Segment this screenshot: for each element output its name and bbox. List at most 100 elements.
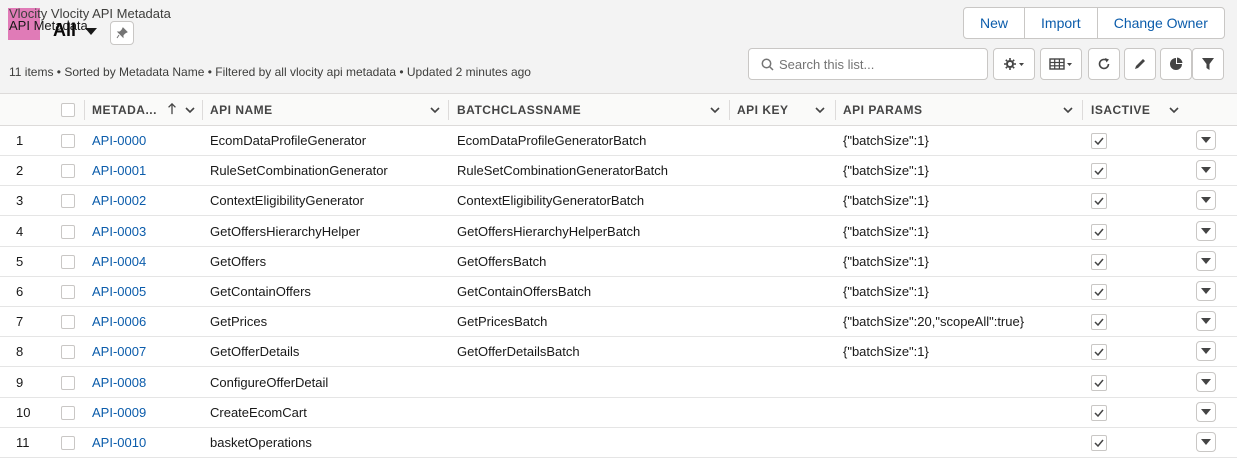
column-divider <box>84 100 85 120</box>
record-name-link[interactable]: API-0007 <box>92 337 146 367</box>
chevron-down-icon <box>1201 288 1211 294</box>
charts-button[interactable] <box>1160 48 1192 80</box>
column-header-api-name[interactable]: API NAME <box>210 94 273 126</box>
chevron-down-icon[interactable] <box>84 24 98 38</box>
batch-class-name-cell: GetOffersBatch <box>457 253 547 269</box>
import-button[interactable]: Import <box>1025 8 1098 38</box>
chevron-down-icon[interactable] <box>814 104 826 116</box>
refresh-button[interactable] <box>1088 48 1120 80</box>
row-select-checkbox[interactable] <box>61 405 75 420</box>
chevron-down-icon[interactable] <box>429 104 441 116</box>
table-row: 2 API-0001 RuleSetCombinationGenerator Rule… <box>0 156 1237 187</box>
table-row: 9 API-0008 ConfigureOfferDetail <box>0 368 1237 398</box>
chevron-down-icon[interactable] <box>184 104 196 116</box>
table-row: 3 API-0002 ContextEligibilityGenerator Cont… <box>0 186 1237 217</box>
table-row: 1 API-0000 EcomDataProfileGenerator EcomDat… <box>0 126 1237 156</box>
column-header-isactive[interactable]: ISACTIVE <box>1091 94 1150 126</box>
record-name-link[interactable]: API-0001 <box>92 156 146 186</box>
api-params-cell: {"batchSize":1} <box>843 284 929 299</box>
isactive-checkbox <box>1091 163 1107 180</box>
checkmark-icon <box>1094 137 1104 145</box>
row-actions-menu[interactable] <box>1196 220 1216 241</box>
row-actions-menu[interactable] <box>1196 311 1216 332</box>
row-select-checkbox[interactable] <box>61 436 75 450</box>
api-name-cell: GetContainOffers <box>210 284 311 299</box>
batch-class-name-cell: GetContainOffersBatch <box>457 284 592 299</box>
row-actions-menu[interactable] <box>1196 432 1216 452</box>
column-header-api-key[interactable]: API KEY <box>737 94 789 126</box>
column-header-api-params[interactable]: API PARAMS <box>843 94 922 126</box>
chevron-down-icon[interactable] <box>1062 104 1074 116</box>
api-name-cell: basketOperations <box>210 435 312 450</box>
pin-list-button[interactable] <box>110 21 134 45</box>
chevron-down-icon[interactable] <box>1168 104 1180 116</box>
search-box <box>748 48 988 80</box>
table-row: 6 API-0005 GetContainOffers GetContainOffer… <box>0 277 1237 307</box>
api-name-cell: GetOfferDetails <box>210 344 300 360</box>
isactive-checkbox <box>1091 374 1107 391</box>
table-header: METADA... API NAME BATCHCLASSNAME API KE… <box>0 94 1237 126</box>
row-select-checkbox[interactable] <box>61 285 75 299</box>
row-number: 10 <box>16 404 31 420</box>
record-name-link[interactable]: API-0004 <box>92 247 146 277</box>
row-select-checkbox[interactable] <box>61 164 75 179</box>
isactive-checkbox <box>1091 253 1107 270</box>
row-select-checkbox[interactable] <box>61 194 75 209</box>
api-params-cell: {"batchSize":1} <box>843 193 929 209</box>
table-row: 4 API-0003 GetOffersHierarchyHelper GetOffe… <box>0 217 1237 247</box>
row-actions-menu[interactable] <box>1196 401 1216 422</box>
chevron-down-icon[interactable] <box>709 104 721 116</box>
chevron-down-icon <box>1201 167 1211 174</box>
record-name-link[interactable]: API-0002 <box>92 186 146 216</box>
record-name-link[interactable]: API-0003 <box>92 217 146 247</box>
row-select-checkbox[interactable] <box>61 224 75 239</box>
record-name-link[interactable]: API-0005 <box>92 277 146 307</box>
table-view-icon <box>1049 58 1072 70</box>
row-select-checkbox[interactable] <box>61 254 75 269</box>
row-select-checkbox[interactable] <box>61 345 75 360</box>
row-actions-menu[interactable] <box>1196 130 1216 150</box>
row-number: 6 <box>16 284 24 299</box>
filter-icon <box>1202 58 1214 70</box>
row-actions-menu[interactable] <box>1196 341 1216 362</box>
isactive-checkbox <box>1091 284 1107 300</box>
new-button[interactable]: New <box>964 8 1026 38</box>
row-actions-menu[interactable] <box>1196 281 1216 301</box>
inline-edit-button[interactable] <box>1124 48 1156 80</box>
row-select-checkbox[interactable] <box>61 315 75 330</box>
chevron-down-icon <box>1201 318 1211 325</box>
row-select-checkbox[interactable] <box>61 134 75 148</box>
select-all-checkbox[interactable] <box>61 103 75 117</box>
api-params-cell: {"batchSize":1} <box>843 223 929 239</box>
record-name-link[interactable]: API-0009 <box>92 398 146 428</box>
api-name-cell: CreateEcomCart <box>210 404 307 420</box>
record-name-link[interactable]: API-0010 <box>92 428 146 458</box>
record-name-link[interactable]: API-0006 <box>92 307 146 337</box>
list-settings-button[interactable] <box>993 48 1035 80</box>
checkmark-icon <box>1094 288 1104 296</box>
record-name-link[interactable]: API-0000 <box>92 126 146 156</box>
row-number: 3 <box>16 193 24 209</box>
column-header-batchclassname[interactable]: BATCHCLASSNAME <box>457 94 581 126</box>
list-view-header: API Metadata Vlocity Vlocity API Metadat… <box>0 0 1237 94</box>
display-as-button[interactable] <box>1040 48 1082 80</box>
row-actions-menu[interactable] <box>1196 160 1216 181</box>
filters-button[interactable] <box>1192 48 1224 80</box>
list-summary: 11 items • Sorted by Metadata Name • Fil… <box>9 65 531 79</box>
row-actions-menu[interactable] <box>1196 250 1216 271</box>
checkmark-icon <box>1094 318 1104 327</box>
row-actions-menu[interactable] <box>1196 190 1216 211</box>
chevron-down-icon <box>1201 408 1211 415</box>
list-view-name[interactable]: All <box>53 20 76 41</box>
sort-ascending-icon[interactable] <box>166 103 178 115</box>
action-button-group: New Import Change Owner <box>963 7 1225 39</box>
row-actions-menu[interactable] <box>1196 371 1216 392</box>
search-input[interactable] <box>779 49 979 79</box>
change-owner-button[interactable]: Change Owner <box>1098 8 1224 38</box>
isactive-checkbox <box>1091 404 1107 421</box>
object-title: Vlocity Vlocity API Metadata <box>9 6 171 21</box>
column-header-metadata-name[interactable]: METADA... <box>92 94 157 126</box>
api-name-cell: RuleSetCombinationGenerator <box>210 163 388 179</box>
record-name-link[interactable]: API-0008 <box>92 368 146 398</box>
row-select-checkbox[interactable] <box>61 375 75 390</box>
